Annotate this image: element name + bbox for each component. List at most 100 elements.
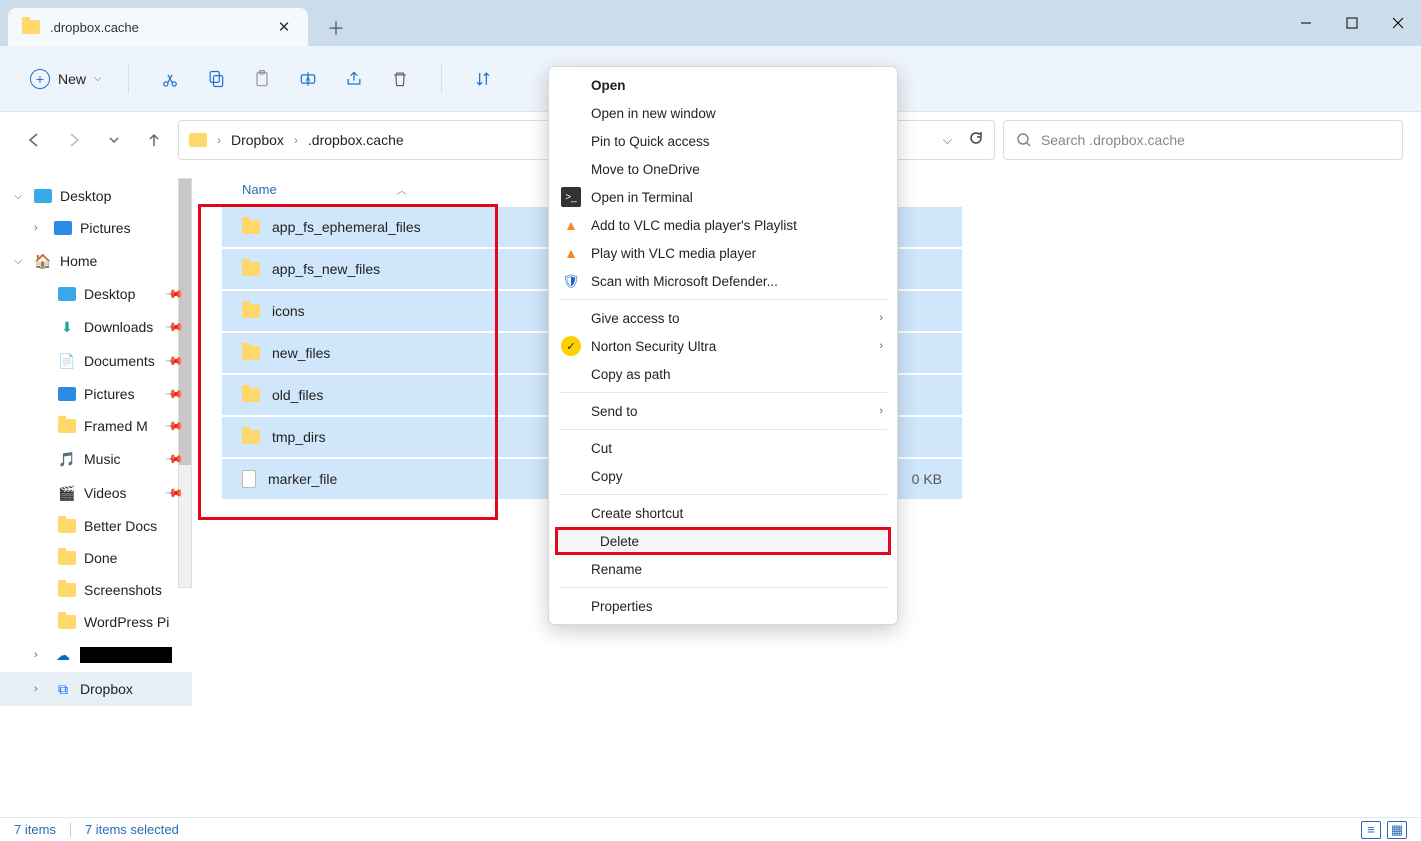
sidebar-item-desktop[interactable]: ⌵Desktop (0, 180, 192, 212)
ctx-properties[interactable]: Properties (549, 592, 897, 620)
back-button[interactable] (18, 124, 50, 156)
file-icon (242, 470, 256, 488)
folder-icon (58, 615, 76, 629)
separator (128, 65, 129, 93)
redacted-text (80, 647, 172, 663)
ctx-norton[interactable]: ✓Norton Security Ultra› (549, 332, 897, 360)
ctx-rename[interactable]: Rename (549, 555, 897, 583)
sidebar-item-done[interactable]: Done (0, 542, 192, 574)
share-button[interactable] (331, 69, 377, 89)
window-tab[interactable]: .dropbox.cache ✕ (8, 8, 308, 46)
chevron-down-icon[interactable]: ⌵ (943, 133, 952, 148)
ctx-vlc-add[interactable]: ▲Add to VLC media player's Playlist (549, 211, 897, 239)
sidebar-item-dropbox[interactable]: ›⧉Dropbox (0, 672, 192, 706)
sidebar-item-home-desktop[interactable]: Desktop📌 (0, 278, 192, 310)
vlc-icon: ▲ (561, 215, 581, 235)
chevron-right-icon: › (217, 133, 221, 147)
sidebar-item-documents[interactable]: 📄Documents📌 (0, 344, 192, 378)
sidebar: ⌵Desktop ›Pictures ⌵🏠Home Desktop📌 ⬇Down… (0, 168, 192, 817)
sidebar-item-music[interactable]: 🎵Music📌 (0, 442, 192, 476)
details-view-button[interactable]: ≡ (1361, 821, 1381, 839)
ctx-copy[interactable]: Copy (549, 462, 897, 490)
chevron-right-icon: › (879, 312, 883, 324)
sidebar-item-wordpress[interactable]: WordPress Pi (0, 606, 192, 638)
sidebar-item-home-pictures[interactable]: Pictures📌 (0, 378, 192, 410)
video-icon: 🎬 (58, 484, 76, 502)
ctx-move-onedrive[interactable]: Move to OneDrive (549, 155, 897, 183)
copy-button[interactable] (193, 69, 239, 89)
breadcrumb-cache[interactable]: .dropbox.cache (308, 132, 404, 148)
search-box[interactable] (1003, 120, 1403, 160)
sidebar-item-onedrive[interactable]: ›☁ (0, 638, 192, 672)
ctx-send-to[interactable]: Send to› (549, 397, 897, 425)
file-name: old_files (272, 387, 323, 403)
ctx-cut[interactable]: Cut (549, 434, 897, 462)
chevron-right-icon: › (879, 405, 883, 417)
ctx-open[interactable]: Open (549, 71, 897, 99)
ctx-create-shortcut[interactable]: Create shortcut (549, 499, 897, 527)
new-button[interactable]: + New ⌵ (22, 63, 110, 95)
separator (559, 429, 887, 430)
chevron-right-icon: › (879, 340, 883, 352)
document-icon: 📄 (58, 352, 76, 370)
folder-icon (58, 419, 76, 433)
desktop-icon (58, 287, 76, 301)
new-tab-button[interactable]: ＋ (318, 10, 354, 46)
sidebar-item-videos[interactable]: 🎬Videos📌 (0, 476, 192, 510)
ctx-pin-quick-access[interactable]: Pin to Quick access (549, 127, 897, 155)
folder-icon (242, 262, 260, 276)
search-icon (1016, 132, 1031, 148)
shield-icon: 🛡 (561, 271, 581, 291)
maximize-button[interactable] (1329, 0, 1375, 46)
status-bar: 7 items 7 items selected ≡ ▦ (0, 817, 1421, 841)
file-name: icons (272, 303, 305, 319)
refresh-icon[interactable] (968, 130, 984, 151)
sidebar-item-betterdocs[interactable]: Better Docs (0, 510, 192, 542)
context-menu: Open Open in new window Pin to Quick acc… (548, 66, 898, 625)
rename-button[interactable]: A (285, 69, 331, 89)
sidebar-item-pictures[interactable]: ›Pictures (0, 212, 192, 244)
file-name: app_fs_new_files (272, 261, 380, 277)
titlebar: .dropbox.cache ✕ ＋ (0, 0, 1421, 46)
chevron-right-icon: › (294, 133, 298, 147)
folder-icon (58, 583, 76, 597)
sort-button[interactable] (460, 69, 506, 89)
ctx-vlc-play[interactable]: ▲Play with VLC media player (549, 239, 897, 267)
file-name: new_files (272, 345, 330, 361)
recent-button[interactable] (98, 124, 130, 156)
forward-button[interactable] (58, 124, 90, 156)
close-button[interactable] (1375, 0, 1421, 46)
ctx-defender-scan[interactable]: 🛡Scan with Microsoft Defender... (549, 267, 897, 295)
ctx-open-terminal[interactable]: >_Open in Terminal (549, 183, 897, 211)
ctx-open-new-window[interactable]: Open in new window (549, 99, 897, 127)
sidebar-item-framed[interactable]: Framed M📌 (0, 410, 192, 442)
file-name: tmp_dirs (272, 429, 326, 445)
folder-icon (242, 220, 260, 234)
search-input[interactable] (1041, 132, 1390, 148)
sidebar-item-screenshots[interactable]: Screenshots (0, 574, 192, 606)
separator (559, 392, 887, 393)
folder-icon (242, 346, 260, 360)
status-selected-count: 7 items selected (85, 822, 179, 837)
file-size: 0 KB (912, 471, 942, 487)
cut-button[interactable] (147, 69, 193, 89)
chevron-down-icon: ⌵ (94, 73, 102, 84)
separator (70, 823, 71, 837)
icons-view-button[interactable]: ▦ (1387, 821, 1407, 839)
ctx-delete[interactable]: Delete (555, 527, 891, 555)
up-button[interactable] (138, 124, 170, 156)
ctx-copy-path[interactable]: Copy as path (549, 360, 897, 388)
breadcrumb-dropbox[interactable]: Dropbox (231, 132, 284, 148)
close-tab-icon[interactable]: ✕ (274, 17, 294, 37)
scrollbar[interactable] (178, 178, 192, 588)
delete-button[interactable] (377, 69, 423, 89)
download-icon: ⬇ (58, 318, 76, 336)
ctx-give-access[interactable]: Give access to› (549, 304, 897, 332)
sidebar-item-downloads[interactable]: ⬇Downloads📌 (0, 310, 192, 344)
plus-circle-icon: + (30, 69, 50, 89)
paste-button[interactable] (239, 69, 285, 89)
minimize-button[interactable] (1283, 0, 1329, 46)
pictures-icon (58, 387, 76, 401)
sidebar-item-home[interactable]: ⌵🏠Home (0, 244, 192, 278)
folder-icon (242, 304, 260, 318)
